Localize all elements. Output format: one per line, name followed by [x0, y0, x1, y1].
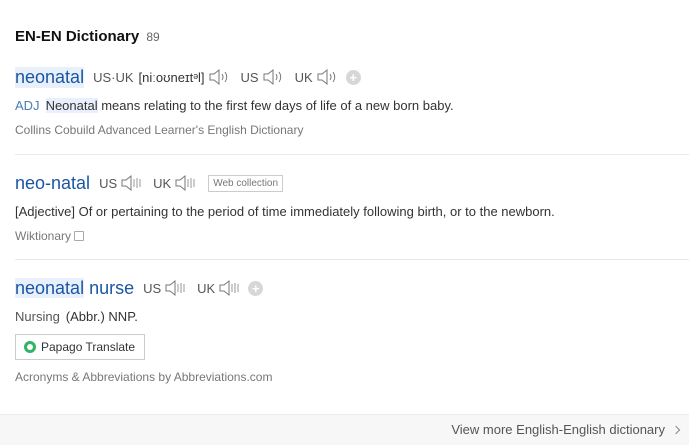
- external-link-icon[interactable]: [74, 231, 85, 241]
- pronunciation-us: US: [241, 68, 286, 86]
- section-title-text: EN-EN Dictionary: [15, 28, 140, 45]
- pronunciation-us: US: [143, 279, 188, 297]
- source: Collins Cobuild Advanced Learner's Engli…: [15, 123, 304, 137]
- papago-label: Papago Translate: [41, 340, 136, 354]
- pronunciation-uk: UK: [295, 68, 340, 86]
- uk-label: UK: [153, 175, 172, 191]
- entry-neonatal-nurse: neonatal nurse US UK + Nursing (Abbr.) NN…: [15, 276, 689, 384]
- divider: [15, 259, 689, 260]
- add-wordbook-icon[interactable]: +: [345, 69, 361, 85]
- add-wordbook-icon[interactable]: +: [248, 280, 264, 296]
- footer: View more English-English dictionary: [0, 414, 689, 445]
- entry-word-link[interactable]: neonatal: [15, 66, 85, 88]
- us-speaker-icon[interactable]: [164, 279, 188, 297]
- view-more-link[interactable]: View more English-English dictionary: [451, 422, 681, 437]
- ipa-text: [niːoʊneɪtᵊl]: [138, 69, 205, 85]
- speaker-icon[interactable]: [208, 68, 232, 86]
- divider: [15, 154, 689, 155]
- pronunciation-uk: UK: [153, 174, 198, 192]
- definition-text: (Abbr.) NNP.: [65, 309, 138, 324]
- entry-word-link[interactable]: neonatal nurse: [15, 277, 135, 299]
- section-title: EN-EN Dictionary 89: [15, 28, 160, 45]
- word-highlight: neonatal: [15, 277, 85, 298]
- source: Acronyms & Abbreviations by Abbreviation…: [15, 370, 273, 384]
- definition: Nursing (Abbr.) NNP.: [15, 309, 689, 324]
- pronunciation-us: US: [99, 174, 144, 192]
- definition: [Adjective] Of or pertaining to the peri…: [15, 204, 555, 219]
- view-more-label: View more English-English dictionary: [451, 422, 665, 437]
- definition-text: means relating to the first few days of …: [97, 98, 454, 113]
- uk-speaker-icon[interactable]: [174, 174, 198, 192]
- entry-headline: neo-natal US UK Web collection: [15, 171, 689, 195]
- entry-neo-natal: neo-natal US UK Web collection [Adjectiv…: [15, 171, 689, 244]
- entry-headline: neonatal nurse US UK +: [15, 276, 689, 300]
- us-speaker-icon[interactable]: [120, 174, 144, 192]
- pronunciation: US·UK [niːoʊneɪtᵊl]: [93, 68, 231, 86]
- result-count: 89: [146, 30, 160, 44]
- pron-label: US·UK: [93, 69, 134, 85]
- entry-headline: neonatal US·UK [niːoʊneɪtᵊl] US UK +: [15, 65, 689, 89]
- us-label: US: [240, 69, 259, 85]
- definition-highlight: Neonatal: [45, 98, 98, 113]
- us-speaker-icon[interactable]: [262, 68, 286, 86]
- source-text: Wiktionary: [15, 229, 72, 243]
- source: Wiktionary: [15, 229, 689, 243]
- pronunciation-uk: UK: [197, 279, 242, 297]
- us-label: US: [143, 280, 162, 296]
- word-rest: nurse: [84, 277, 135, 298]
- papago-translate-button[interactable]: Papago Translate: [15, 334, 146, 360]
- web-collection-tag: Web collection: [208, 174, 284, 192]
- part-of-speech: ADJ: [15, 98, 40, 113]
- definition: ADJ Neonatal means relating to the first …: [15, 98, 689, 113]
- papago-logo-icon: [24, 341, 36, 353]
- uk-speaker-icon[interactable]: [218, 279, 242, 297]
- entry-word-link[interactable]: neo-natal: [15, 173, 90, 194]
- chevron-right-icon: [671, 425, 681, 434]
- uk-label: UK: [197, 280, 216, 296]
- category: Nursing: [15, 309, 60, 324]
- us-label: US: [99, 175, 118, 191]
- entry-neonatal: neonatal US·UK [niːoʊneɪtᵊl] US UK + ADJ…: [15, 65, 689, 137]
- uk-label: UK: [294, 69, 313, 85]
- uk-speaker-icon[interactable]: [316, 68, 340, 86]
